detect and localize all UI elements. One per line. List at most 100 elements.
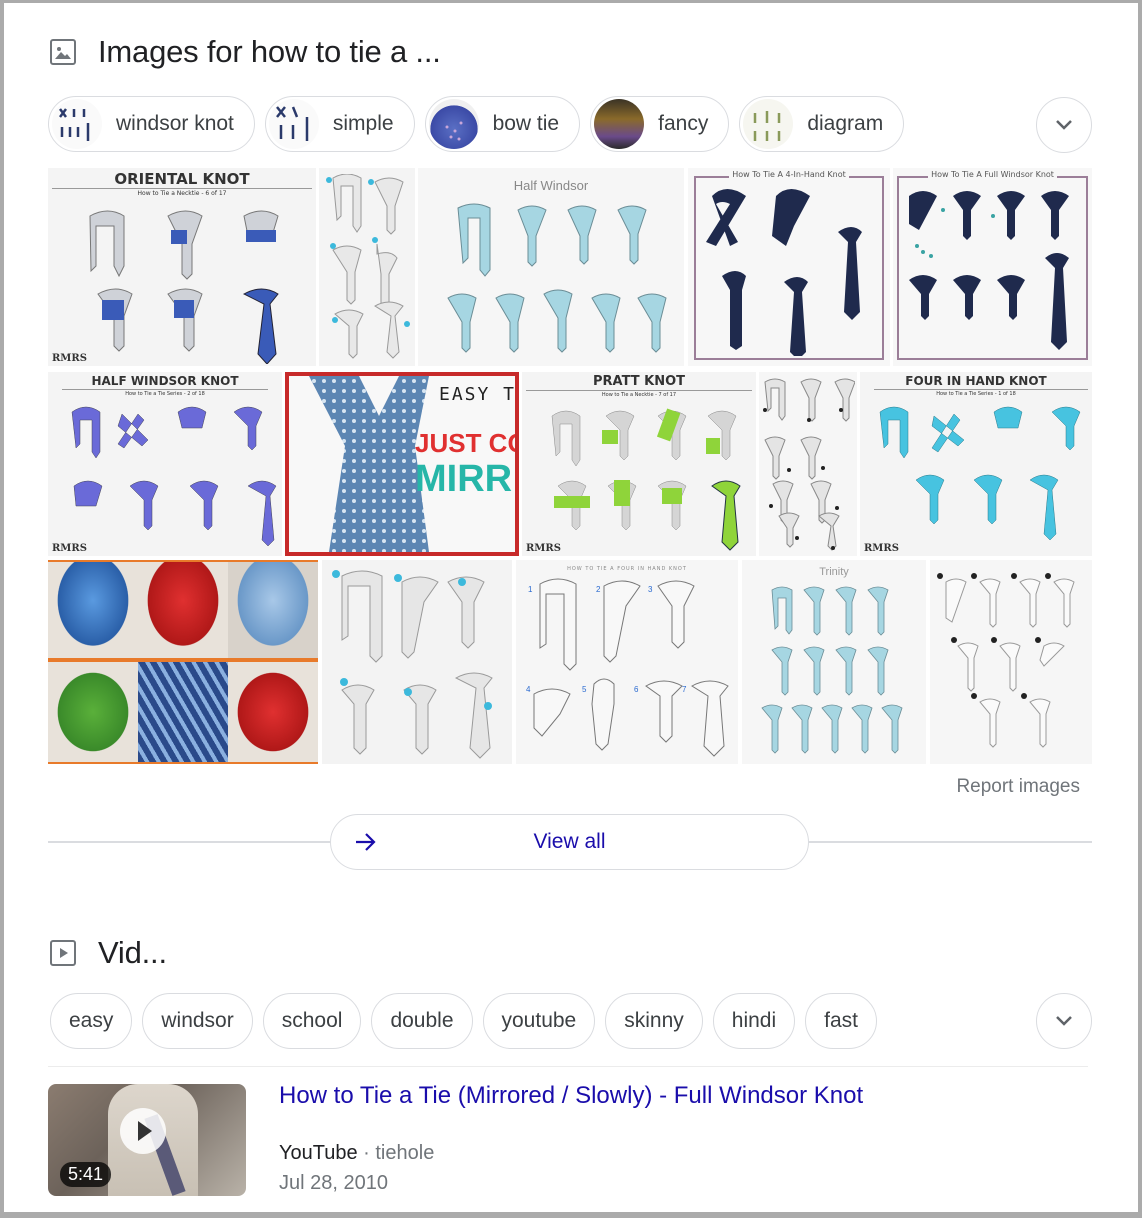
video-play-icon (50, 940, 76, 966)
divider (62, 389, 268, 390)
chip-double[interactable]: double (371, 993, 473, 1049)
view-all-label: View all (533, 830, 606, 853)
video-channel: tiehole (375, 1142, 435, 1164)
expand-image-chips-button[interactable] (1036, 97, 1092, 153)
tie-illustration (326, 174, 410, 359)
chip-label: easy (69, 1009, 114, 1032)
image-caption: HOW TO TIE A FOUR IN HAND KNOT (567, 566, 687, 572)
svg-text:4: 4 (526, 685, 531, 694)
video-refine-chips: easy windsor school double youtube skinn… (50, 993, 877, 1049)
photo-row (48, 662, 318, 762)
image-overlay-text: MIRR (415, 458, 513, 500)
chip-fancy[interactable]: fancy (590, 96, 730, 152)
image-caption: Trinity (819, 566, 849, 578)
image-caption: ORIENTAL KNOT (114, 170, 250, 188)
chip-thumbnail (594, 99, 645, 149)
image-caption: How To Tie A 4-In-Hand Knot (729, 170, 849, 179)
chip-skinny[interactable]: skinny (605, 993, 703, 1049)
report-images-link[interactable]: Report images (956, 776, 1080, 798)
view-all-button[interactable]: View all (330, 814, 809, 870)
svg-text:6: 6 (634, 685, 639, 694)
divider (526, 390, 752, 391)
chip-label: windsor (161, 1009, 234, 1032)
image-result-fancy-knots-photo[interactable] (48, 560, 318, 764)
image-result-four-in-hand-knot[interactable]: FOUR IN HAND KNOT How to Tie a Tie Serie… (860, 372, 1092, 556)
svg-text:1: 1 (528, 585, 533, 594)
image-subcaption: How to Tie a Tie Series - 1 of 18 (936, 391, 1016, 397)
images-section-header: Images for how to tie a ... (50, 34, 441, 70)
image-subcaption: How to Tie a Tie Series - 2 of 18 (125, 391, 205, 397)
image-brand: RMRS (526, 543, 561, 554)
chip-simple[interactable]: simple (264, 96, 415, 152)
chip-bow-tie[interactable]: bow tie (424, 96, 581, 152)
chip-thumbnail (428, 99, 479, 149)
tie-illustration (447, 203, 667, 353)
image-subcaption: How to Tie a Necktie - 6 of 17 (137, 190, 227, 197)
svg-text:7: 7 (682, 685, 687, 694)
tie-illustration (551, 408, 741, 551)
chip-youtube[interactable]: youtube (482, 993, 596, 1049)
image-result-line-steps[interactable] (930, 560, 1092, 764)
video-title-link[interactable]: How to Tie a Tie (Mirrored / Slowly) - F… (279, 1082, 863, 1110)
video-duration: 5:41 (60, 1162, 112, 1187)
chip-label: school (281, 1009, 343, 1032)
chip-windsor-knot[interactable]: windsor knot (48, 96, 255, 152)
image-result-sketch-steps[interactable] (759, 372, 857, 556)
chip-school[interactable]: school (262, 993, 362, 1049)
image-result-steps[interactable] (319, 168, 415, 366)
chip-label: bow tie (492, 112, 560, 135)
chip-label: simple (332, 112, 394, 135)
image-result-mirrored-video[interactable]: EASY TU JUST COP MIRR (285, 372, 519, 556)
video-date: Jul 28, 2010 (279, 1172, 388, 1194)
image-caption: PRATT KNOT (592, 374, 686, 389)
images-section-title: Images for how to tie a ... (98, 34, 441, 69)
video-thumbnail[interactable]: 5:41 (48, 1084, 246, 1196)
videos-section-header: Vid... (50, 935, 167, 971)
chip-thumbnail (743, 99, 794, 149)
tie-illustration (879, 406, 1081, 541)
image-result-half-windsor-knot[interactable]: HALF WINDSOR KNOT How to Tie a Tie Serie… (48, 372, 282, 556)
tie-illustration (937, 573, 1075, 748)
chip-label: fast (824, 1009, 858, 1032)
image-result-4-in-hand[interactable]: How To Tie A 4-In-Hand Knot (688, 168, 890, 366)
chip-label: double (390, 1009, 454, 1032)
image-result-half-windsor[interactable]: Half Windsor (418, 168, 684, 366)
play-icon (138, 1121, 152, 1141)
chip-label: windsor knot (116, 112, 234, 135)
chip-label: diagram (807, 112, 884, 135)
image-result-four-in-hand-steps[interactable]: HOW TO TIE A FOUR IN HAND KNOT 1 2 3 4 5 6 7 (516, 560, 738, 764)
chip-diagram[interactable]: diagram (739, 96, 905, 152)
arrow-right-icon (356, 833, 376, 851)
image-refine-chips: windsor knot simple bow tie fancy diagra… (48, 96, 905, 152)
chip-label: skinny (624, 1009, 684, 1032)
tie-illustration (332, 570, 493, 759)
image-result-oriental-knot[interactable]: ORIENTAL KNOT How to Tie a Necktie - 6 o… (48, 168, 316, 366)
play-button[interactable] (120, 1108, 166, 1154)
chip-easy[interactable]: easy (50, 993, 133, 1049)
videos-section-title: Vid... (98, 935, 167, 970)
image-inner: EASY TU JUST COP MIRR (289, 376, 515, 552)
tie-illustration (763, 378, 855, 551)
image-result-blue-steps[interactable] (322, 560, 512, 764)
photo-row (48, 562, 318, 658)
svg-text:5: 5 (582, 685, 587, 694)
image-subcaption: How to Tie a Necktie - 7 of 17 (601, 392, 677, 398)
chip-hindi[interactable]: hindi (712, 993, 796, 1049)
image-brand: RMRS (52, 353, 87, 364)
tie-illustration (706, 189, 862, 356)
image-result-trinity[interactable]: Trinity (742, 560, 926, 764)
separator: · (357, 1142, 376, 1164)
expand-video-chips-button[interactable] (1036, 993, 1092, 1049)
image-caption: HALF WINDSOR KNOT (91, 374, 239, 388)
image-caption: Half Windsor (513, 178, 589, 193)
divider (48, 1066, 1088, 1067)
chip-label: fancy (658, 112, 709, 135)
tie-illustration (909, 191, 1069, 350)
tie-illustration (71, 406, 277, 547)
chip-windsor[interactable]: windsor (142, 993, 253, 1049)
image-caption: FOUR IN HAND KNOT (905, 374, 1047, 388)
image-caption: EASY TU (439, 384, 515, 405)
chip-fast[interactable]: fast (805, 993, 877, 1049)
image-result-pratt-knot[interactable]: PRATT KNOT How to Tie a Necktie - 7 of 1… (522, 372, 756, 556)
image-result-full-windsor[interactable]: How To Tie A Full Windsor Knot (893, 168, 1092, 366)
